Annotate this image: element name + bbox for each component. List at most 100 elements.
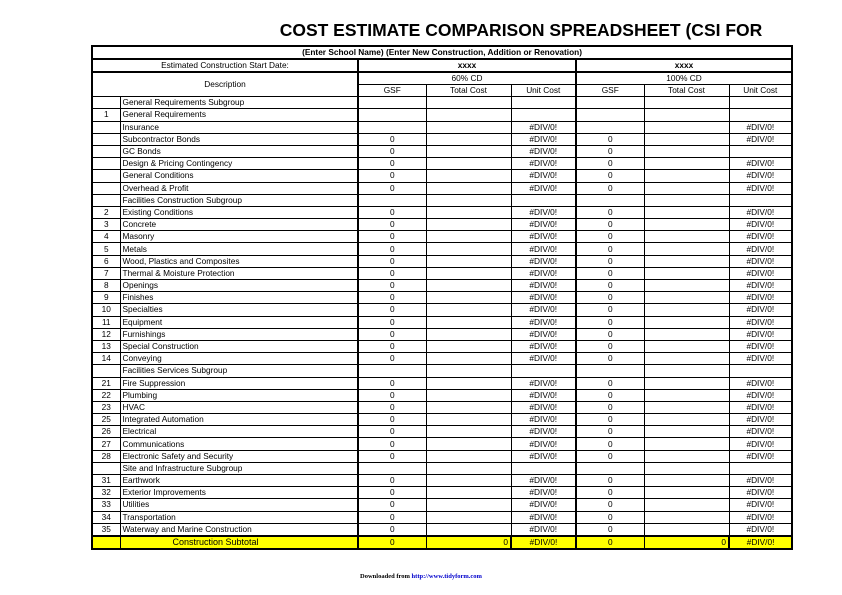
subtotal-gsf-60: 0: [357, 534, 427, 550]
cell-total-60: [425, 278, 512, 293]
row-label: Finishes: [119, 291, 359, 305]
row-number: 34: [91, 510, 121, 524]
cell-gsf-60: 0: [357, 157, 427, 171]
cell-unit-60: [510, 108, 577, 122]
cell-total-100: [643, 413, 730, 427]
cell-unit-100: #DIV/0!: [728, 230, 794, 244]
row-label: Plumbing: [119, 388, 359, 402]
row-label: Thermal & Moisture Protection: [119, 266, 359, 281]
table-row: 2 Existing Conditions 0 #DIV/0! 0 #DIV/0!: [91, 205, 794, 220]
row-number: 32: [91, 486, 121, 500]
cell-total-60: [425, 169, 512, 183]
cell-gsf-100: 0: [575, 437, 645, 451]
table-row: 35 Waterway and Marine Construction 0 #DIV/…: [91, 522, 794, 537]
cell-unit-60: #DIV/0!: [510, 437, 577, 451]
cell-gsf-60: 0: [357, 376, 427, 390]
start-date-value-100cd[interactable]: xxxx: [574, 58, 794, 73]
table-row: 12 Furnishings 0 #DIV/0! 0 #DIV/0!: [91, 327, 794, 341]
cell-gsf-100: 0: [575, 339, 645, 354]
cell-total-100: [643, 144, 730, 159]
group-header-row: Description 60% CD 100% CD: [91, 71, 794, 98]
table-row: 5 Metals 0 #DIV/0! 0 #DIV/0!: [91, 242, 794, 256]
cell-unit-100: #DIV/0!: [728, 449, 794, 463]
row-number: 3: [91, 218, 121, 232]
group-header-60cd: 60% CD: [357, 71, 577, 85]
cell-unit-60: #DIV/0!: [510, 205, 577, 220]
row-number: [91, 169, 121, 183]
cell-unit-100: #DIV/0!: [728, 425, 794, 439]
row-number: [91, 120, 121, 134]
cell-total-60: [425, 522, 512, 537]
subgroup-row: Facilities Construction Subgroup: [91, 193, 794, 207]
table-row: 27 Communications 0 #DIV/0! 0 #DIV/0!: [91, 437, 794, 451]
cell-total-60: [425, 181, 512, 195]
row-label: General Requirements: [119, 108, 359, 122]
cell-gsf-100: 0: [575, 425, 645, 439]
cell-unit-60: #DIV/0!: [510, 486, 577, 500]
row-label: Utilities: [119, 498, 359, 512]
subtotal-unit-60: #DIV/0!: [510, 534, 577, 550]
row-label: Existing Conditions: [119, 205, 359, 220]
cell-unit-60: [510, 364, 577, 378]
cell-gsf-100: 0: [575, 498, 645, 512]
cell-total-60: [425, 315, 512, 329]
row-number: 35: [91, 522, 121, 537]
cell-gsf-60: 0: [357, 388, 427, 402]
row-number: [91, 157, 121, 171]
cell-unit-60: #DIV/0!: [510, 449, 577, 463]
table-body: (Enter School Name) (Enter New Construct…: [90, 45, 794, 98]
cell-gsf-100: 0: [575, 352, 645, 366]
table-row: 28 Electronic Safety and Security 0 #DIV/0!…: [91, 449, 794, 463]
start-date-value-60cd[interactable]: xxxx: [357, 58, 577, 73]
cell-gsf-100: [575, 364, 645, 378]
cell-gsf-60: 0: [357, 449, 427, 463]
cell-unit-60: #DIV/0!: [510, 291, 577, 305]
footer-attribution: Downloaded from http://www.tidyform.com: [0, 573, 842, 580]
cell-gsf-60: 0: [357, 437, 427, 451]
cell-unit-60: #DIV/0!: [510, 303, 577, 317]
footer-link[interactable]: http://www.tidyform.com: [412, 573, 482, 580]
cell-total-100: [643, 96, 730, 110]
row-label: Equipment: [119, 315, 359, 329]
row-number: 26: [91, 425, 121, 439]
cell-gsf-100: 0: [575, 169, 645, 183]
cell-total-100: [643, 266, 730, 281]
table-row: 3 Concrete 0 #DIV/0! 0 #DIV/0!: [91, 218, 794, 232]
cell-gsf-100: [575, 193, 645, 207]
cell-total-100: [643, 303, 730, 317]
cell-unit-60: #DIV/0!: [510, 132, 577, 146]
cell-unit-60: #DIV/0!: [510, 400, 577, 415]
cell-unit-60: #DIV/0!: [510, 254, 577, 268]
cell-total-100: [643, 498, 730, 512]
cell-unit-100: #DIV/0!: [728, 522, 794, 537]
cell-gsf-60: 0: [357, 498, 427, 512]
cell-total-60: [425, 413, 512, 427]
row-label: Specialties: [119, 303, 359, 317]
cell-unit-100: [728, 96, 794, 110]
data-rows: General Requirements Subgroup 1 General Re…: [91, 96, 794, 537]
cell-unit-100: #DIV/0!: [728, 132, 794, 146]
row-number: 1: [91, 108, 121, 122]
cell-total-60: [425, 96, 512, 110]
row-number: 33: [91, 498, 121, 512]
row-number: [91, 181, 121, 195]
table-row: General Conditions 0 #DIV/0! 0 #DIV/0!: [91, 169, 794, 183]
cell-gsf-100: 0: [575, 327, 645, 341]
cell-unit-100: [728, 144, 794, 159]
row-label: GC Bonds: [119, 144, 359, 159]
row-number: 25: [91, 413, 121, 427]
row-number: 11: [91, 315, 121, 329]
cell-total-100: [643, 522, 730, 537]
cell-unit-60: #DIV/0!: [510, 218, 577, 232]
row-number: 12: [91, 327, 121, 341]
cell-gsf-100: 0: [575, 218, 645, 232]
subgroup-row: Site and Infrastructure Subgroup: [91, 461, 794, 476]
table-row: Subcontractor Bonds 0 #DIV/0! 0 #DIV/0!: [91, 132, 794, 146]
cell-gsf-60: [357, 193, 427, 207]
row-label: Integrated Automation: [119, 413, 359, 427]
row-label: Design & Pricing Contingency: [119, 157, 359, 171]
cell-unit-60: #DIV/0!: [510, 388, 577, 402]
cell-total-60: [425, 157, 512, 171]
cell-total-100: [643, 120, 730, 134]
cell-unit-100: #DIV/0!: [728, 315, 794, 329]
